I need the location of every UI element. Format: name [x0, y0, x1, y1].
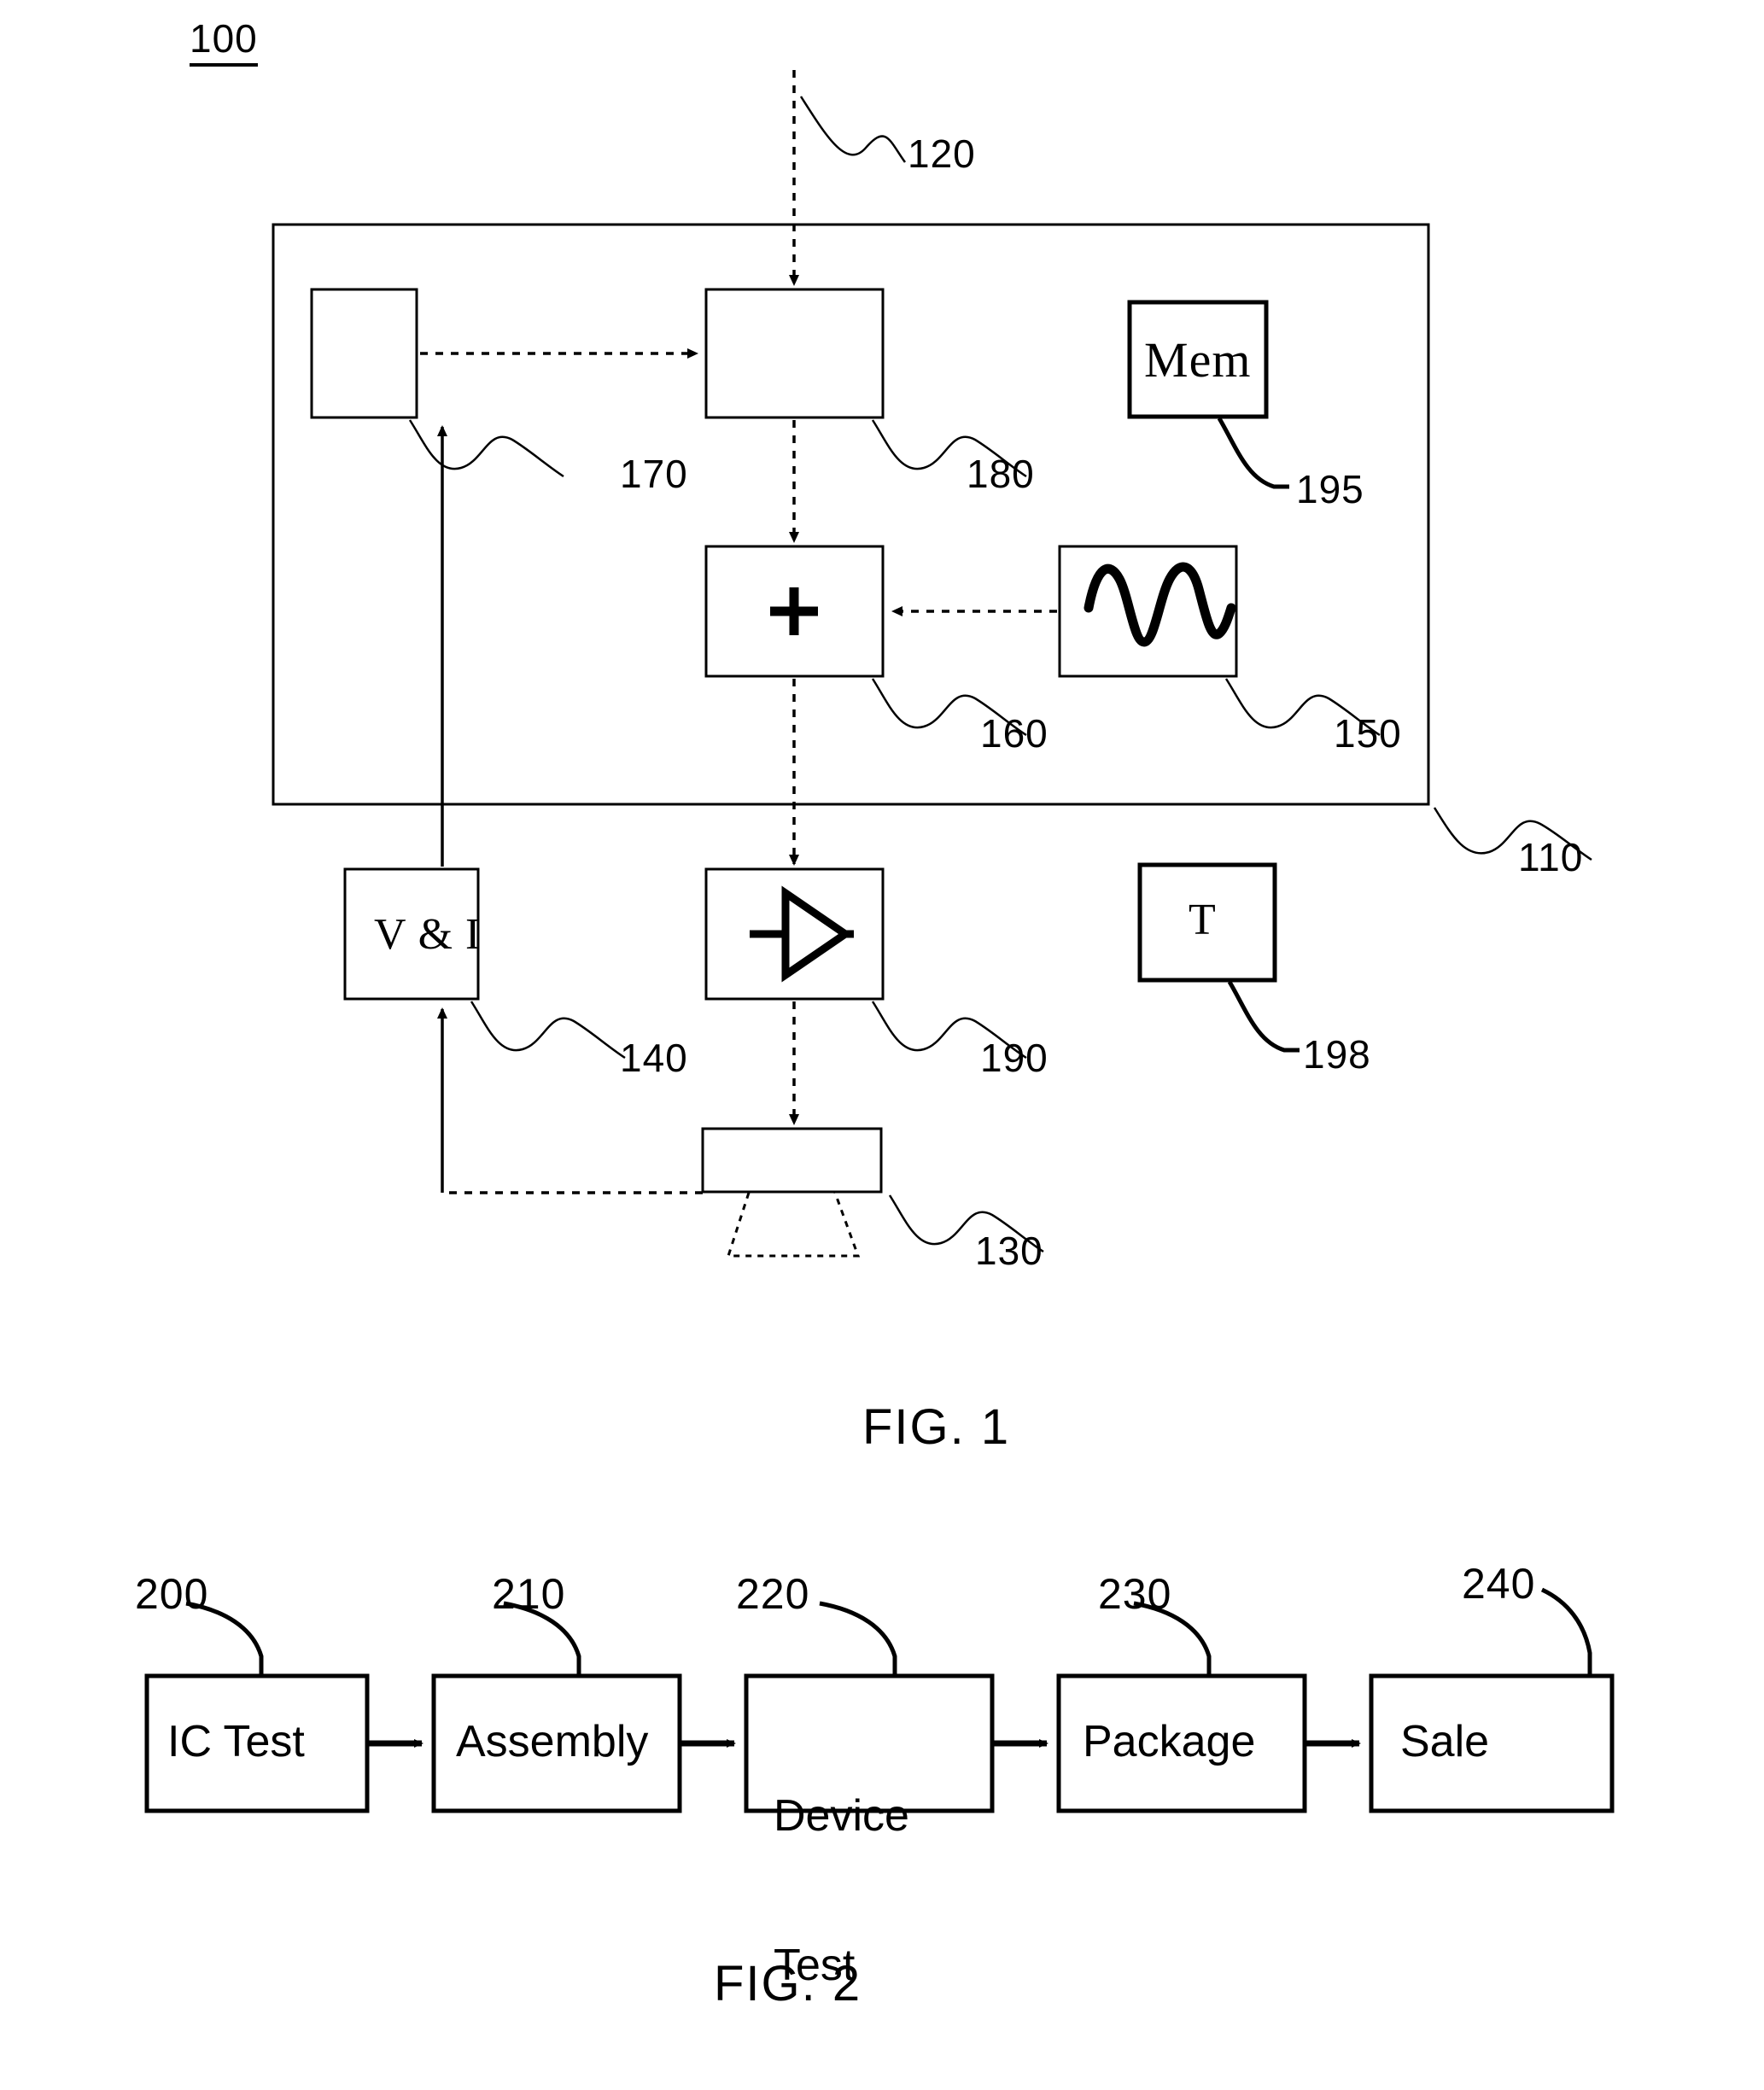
figure2-label-ic-test: IC Test: [167, 1717, 305, 1766]
numeral-190: 190: [980, 1036, 1048, 1080]
figure2-label-device-test: Device Test: [774, 1692, 909, 2090]
leader-198: [1227, 980, 1300, 1053]
numeral-120: 120: [908, 131, 976, 176]
numeral-130: 130: [975, 1229, 1043, 1273]
leader-170: [408, 419, 564, 478]
block-170: [310, 288, 418, 419]
numeral-160: 160: [980, 711, 1048, 756]
figure2-numeral-220: 220: [736, 1570, 810, 1618]
temperature-label: T: [1189, 896, 1217, 944]
system-numeral-100: 100: [190, 15, 258, 67]
sine-wave-icon: [1084, 562, 1236, 647]
block-130-dut: [701, 1127, 883, 1194]
leader-140: [470, 1001, 626, 1060]
figure2-label-sale: Sale: [1400, 1717, 1490, 1766]
dut-socket-shape: [726, 1192, 861, 1258]
block-180: [704, 288, 885, 419]
leader-120: [799, 96, 907, 163]
figure-2-caption: FIG. 2: [714, 1956, 862, 2011]
tester-enclosure-box: [272, 223, 1430, 806]
measurement-label: V & I: [374, 910, 482, 959]
numeral-180: 180: [967, 452, 1035, 496]
figure2-numeral-200: 200: [135, 1570, 209, 1618]
figure-1-caption: FIG. 1: [862, 1399, 1011, 1455]
numeral-198: 198: [1303, 1032, 1371, 1077]
leader-195: [1217, 417, 1289, 489]
figure2-label-assembly: Assembly: [456, 1717, 649, 1766]
figure2-numeral-230: 230: [1098, 1570, 1172, 1618]
figure2-numeral-210: 210: [492, 1570, 566, 1618]
block-190-amplifier: [704, 867, 885, 1001]
memory-label: Mem: [1144, 332, 1252, 388]
patent-drawing-sheet: 100 120 170 180 Mem 195 160 150 110 V & …: [0, 0, 1764, 2076]
figure2-numeral-240: 240: [1462, 1560, 1536, 1608]
numeral-195: 195: [1296, 467, 1364, 511]
numeral-170: 170: [620, 452, 688, 496]
numeral-150: 150: [1334, 711, 1402, 756]
figure2-label-device-test-line1: Device: [774, 1791, 909, 1842]
numeral-140: 140: [620, 1036, 688, 1080]
amplifier-icon: [750, 885, 854, 983]
figure2-label-package: Package: [1083, 1717, 1256, 1766]
numeral-110: 110: [1518, 835, 1584, 879]
plus-icon: [770, 587, 818, 635]
